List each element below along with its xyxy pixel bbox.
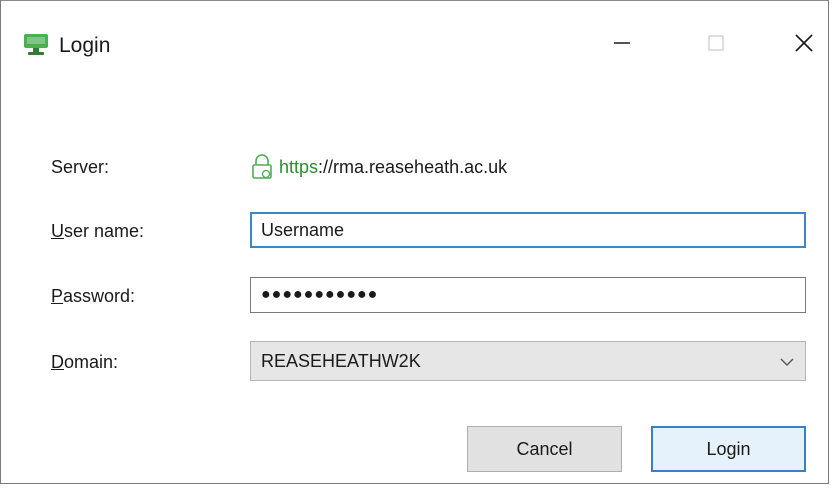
domain-label: Domain: (51, 352, 118, 373)
login-button[interactable]: Login (651, 426, 806, 472)
password-label-rest: assword: (63, 286, 136, 306)
maximize-icon (706, 33, 726, 58)
username-label: User name: (51, 221, 144, 242)
chevron-down-icon (779, 351, 795, 372)
title-bar[interactable]: Login (1, 1, 828, 81)
server-address: https://rma.reaseheath.ac.uk (251, 154, 507, 180)
domain-value: REASEHEATHW2K (261, 350, 421, 371)
cancel-button[interactable]: Cancel (467, 426, 622, 472)
domain-label-rest: omain: (64, 352, 119, 372)
password-label-accel: P (51, 286, 64, 306)
username-field[interactable]: Username (250, 212, 806, 248)
password-value: ●●●●●●●●●●● (261, 286, 379, 303)
monitor-icon (23, 33, 49, 57)
minimize-button[interactable] (598, 23, 646, 67)
username-value: Username (261, 219, 345, 240)
lock-icon (251, 154, 273, 180)
close-icon (793, 32, 815, 59)
username-label-rest: ser name: (64, 221, 145, 241)
password-field[interactable]: ●●●●●●●●●●● (250, 277, 806, 313)
minimize-icon (612, 33, 632, 58)
domain-select[interactable]: REASEHEATHW2K (250, 341, 806, 381)
server-label: Server: (51, 157, 110, 177)
server-scheme: https (279, 156, 319, 177)
password-label: Password: (51, 286, 135, 307)
login-dialog: Login Server: https://rma.reaseheath.ac… (0, 0, 829, 484)
username-label-accel: U (51, 221, 64, 241)
domain-label-accel: D (51, 352, 64, 372)
window-title: Login (59, 34, 111, 57)
close-button[interactable] (780, 23, 828, 67)
maximize-button[interactable] (692, 23, 740, 67)
server-host: ://rma.reaseheath.ac.uk (318, 156, 508, 177)
